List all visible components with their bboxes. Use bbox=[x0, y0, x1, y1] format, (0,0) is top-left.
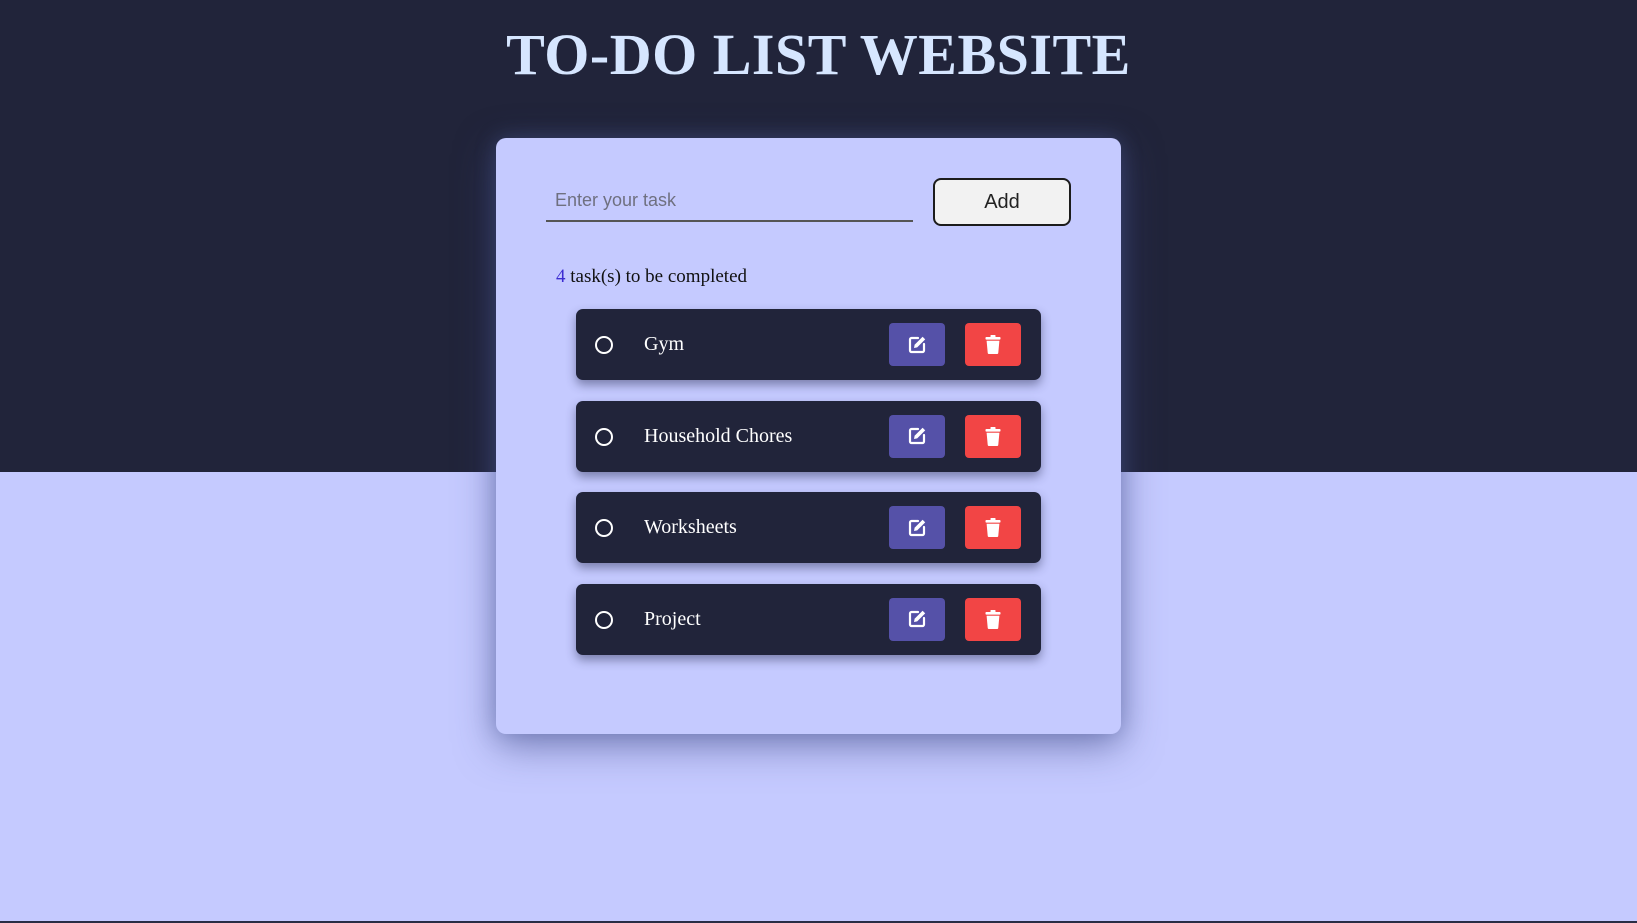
trash-icon bbox=[985, 335, 1001, 354]
delete-button[interactable] bbox=[965, 414, 1021, 458]
task-label: Household Chores bbox=[644, 424, 793, 447]
delete-button[interactable] bbox=[965, 323, 1021, 366]
add-button[interactable]: Add bbox=[933, 178, 1071, 226]
edit-icon bbox=[908, 427, 926, 445]
task-item: Household Chores bbox=[576, 400, 1041, 472]
trash-icon bbox=[985, 426, 1001, 446]
task-item: Project bbox=[576, 583, 1041, 655]
todo-card: Add 4 task(s) to be completed Gym bbox=[496, 138, 1121, 734]
circle-outline-icon[interactable] bbox=[595, 519, 613, 537]
page-title: TO-DO LIST WEBSITE bbox=[506, 22, 1131, 87]
trash-icon bbox=[985, 609, 1001, 629]
edit-icon bbox=[908, 610, 926, 628]
edit-button[interactable] bbox=[889, 597, 945, 641]
task-label: Gym bbox=[644, 333, 684, 355]
edit-icon bbox=[908, 519, 926, 536]
task-list: Gym Household Chores Worksheets Project bbox=[576, 309, 1041, 675]
task-item: Worksheets bbox=[576, 492, 1041, 563]
delete-button[interactable] bbox=[965, 597, 1021, 641]
edit-button[interactable] bbox=[889, 414, 945, 458]
trash-icon bbox=[985, 518, 1001, 537]
task-count-text: task(s) to be completed bbox=[565, 266, 748, 287]
edit-button[interactable] bbox=[889, 323, 945, 366]
circle-outline-icon[interactable] bbox=[595, 610, 613, 629]
task-count-number: 4 bbox=[556, 266, 566, 287]
edit-icon bbox=[908, 336, 926, 353]
task-input[interactable] bbox=[546, 180, 913, 222]
task-label: Project bbox=[644, 607, 701, 630]
circle-outline-icon[interactable] bbox=[595, 336, 613, 354]
task-counter: 4 task(s) to be completed bbox=[556, 266, 747, 288]
delete-button[interactable] bbox=[965, 506, 1021, 549]
task-label: Worksheets bbox=[644, 516, 737, 538]
task-item: Gym bbox=[576, 309, 1041, 380]
edit-button[interactable] bbox=[889, 506, 945, 549]
circle-outline-icon[interactable] bbox=[595, 427, 613, 446]
